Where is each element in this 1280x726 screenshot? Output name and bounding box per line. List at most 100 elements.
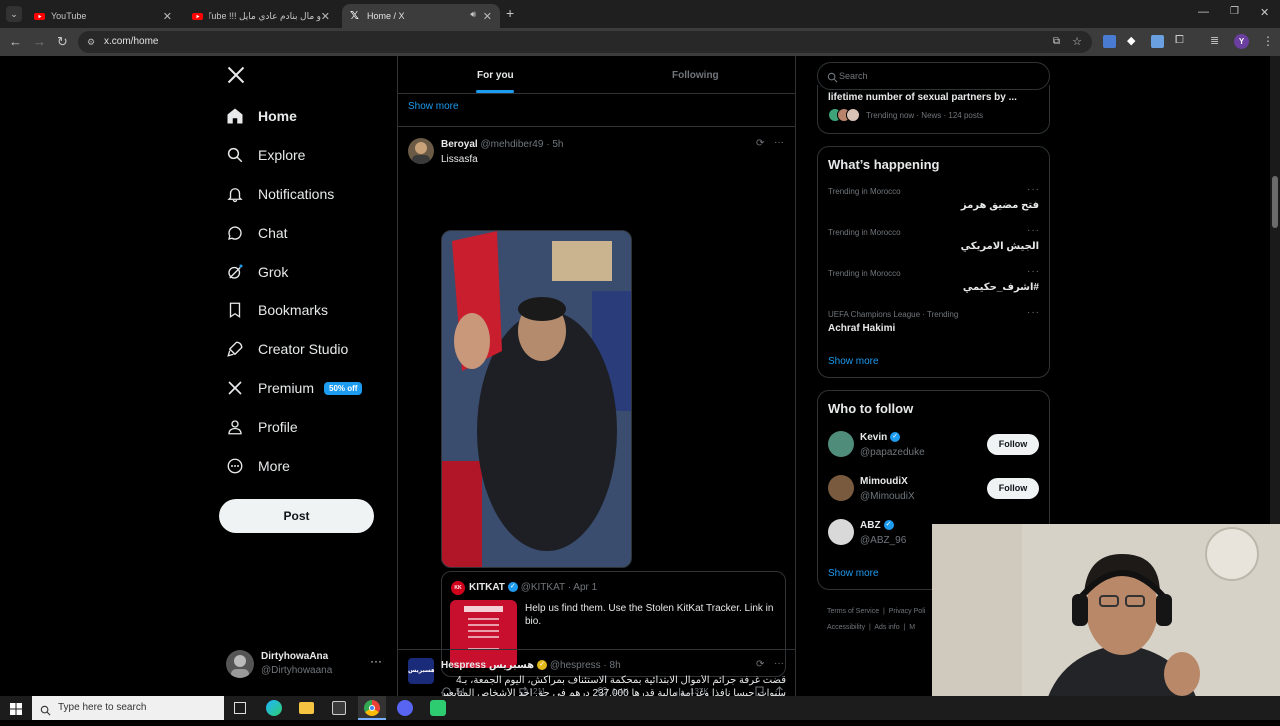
puzzle-icon[interactable]: ⧠ bbox=[1175, 34, 1188, 47]
nav-item-chat[interactable]: Chat bbox=[226, 220, 288, 246]
trend-meta: Trending in Morocco bbox=[828, 269, 901, 278]
tab-for-you[interactable]: For you bbox=[398, 56, 597, 94]
nav-item-bookmarks[interactable]: Bookmarks bbox=[226, 297, 328, 323]
browser-tab-youtube[interactable]: YouTube ✕ bbox=[26, 4, 180, 28]
reload-icon[interactable]: ↻ bbox=[57, 34, 68, 50]
author-name[interactable]: Hespress هسبريس bbox=[441, 660, 534, 671]
nav-item-premium[interactable]: Premium 50% off bbox=[226, 375, 363, 401]
discord-icon[interactable] bbox=[397, 700, 413, 716]
window-close-button[interactable]: ✕ bbox=[1260, 6, 1269, 19]
top-trend-card[interactable]: lifetime number of sexual partners by ..… bbox=[817, 85, 1050, 134]
grok-icon[interactable]: ⟳ bbox=[756, 659, 764, 670]
post-button[interactable]: Post bbox=[219, 499, 374, 533]
tab-list-button[interactable]: ⌄ bbox=[6, 6, 22, 22]
show-more-link[interactable]: Show more bbox=[828, 568, 879, 579]
tweet-time[interactable]: 5h bbox=[552, 139, 563, 150]
trend-title: الجيش الامريكي bbox=[960, 241, 1039, 252]
restore-button[interactable]: ❐ bbox=[1230, 6, 1239, 17]
store-icon[interactable] bbox=[332, 701, 346, 715]
minimize-button[interactable]: — bbox=[1198, 6, 1209, 18]
quote-header: KITKAT ✓ @KITKAT · Apr 1 bbox=[469, 582, 598, 593]
browser-tab-x-home[interactable]: 𝕏 Home / X 🔊︎ ✕ bbox=[342, 4, 500, 28]
close-icon[interactable]: ✕ bbox=[483, 10, 492, 23]
footer-link[interactable]: Ads info bbox=[874, 624, 899, 631]
author-handle[interactable]: @mehdiber49 bbox=[480, 139, 543, 150]
more-icon[interactable]: ··· bbox=[1027, 266, 1040, 277]
avatar[interactable] bbox=[828, 475, 854, 501]
tweet-media-video[interactable] bbox=[441, 230, 632, 568]
chrome-icon[interactable] bbox=[358, 696, 386, 720]
taskbar-search-input[interactable]: Type here to search bbox=[32, 696, 224, 720]
grok-icon[interactable]: ⟳ bbox=[756, 138, 764, 149]
translate-extension-icon[interactable] bbox=[1103, 35, 1116, 48]
task-view-icon[interactable] bbox=[234, 702, 246, 714]
tab-label: For you bbox=[477, 70, 514, 81]
extension-icon[interactable] bbox=[1151, 35, 1164, 48]
tweet[interactable]: هسبريس Hespress هسبريس ✓ @hespress · 8h ⟳… bbox=[398, 650, 796, 696]
menu-kebab-icon[interactable]: ⋮ bbox=[1262, 34, 1274, 48]
tweet-date: Apr 1 bbox=[573, 582, 598, 593]
address-bar[interactable]: ⚙︎ x.com/home ⧉ ☆ bbox=[78, 31, 1092, 53]
site-info-icon[interactable]: ⚙︎ bbox=[87, 31, 95, 53]
more-icon[interactable]: ··· bbox=[1027, 225, 1040, 236]
tab-label: Following bbox=[672, 70, 719, 81]
close-icon[interactable]: ✕ bbox=[321, 10, 330, 23]
nav-item-home[interactable]: Home bbox=[226, 103, 297, 129]
trend-item[interactable]: Trending in Morocco ··· #اشرف_حكيمي bbox=[818, 266, 1049, 307]
install-app-icon[interactable]: ⧉ bbox=[1053, 31, 1060, 53]
close-icon[interactable]: ✕ bbox=[163, 10, 172, 23]
app-icon[interactable] bbox=[430, 700, 446, 716]
nav-item-label: Bookmarks bbox=[258, 302, 329, 318]
show-more-link[interactable]: Show more bbox=[828, 356, 879, 367]
new-tab-button[interactable]: + bbox=[506, 5, 514, 21]
quote-text: Help us find them. Use the Stolen KitKat… bbox=[525, 603, 774, 627]
more-icon[interactable]: ··· bbox=[1027, 307, 1040, 318]
footer-link[interactable]: M bbox=[909, 624, 915, 631]
nav-item-notifications[interactable]: Notifications bbox=[226, 181, 334, 207]
account-switcher[interactable]: DirtyhowaAna @Dirtyhowaana ··· bbox=[226, 648, 386, 680]
avatar[interactable] bbox=[828, 431, 854, 457]
scrollbar-thumb[interactable] bbox=[1272, 176, 1278, 228]
avatar[interactable]: هسبريس bbox=[408, 658, 434, 684]
nav-item-grok[interactable]: Grok bbox=[226, 259, 288, 285]
show-more-link[interactable]: Show more bbox=[408, 101, 459, 112]
trend-item[interactable]: UEFA Champions League · Trending ··· Achra… bbox=[818, 307, 1049, 348]
footer-link[interactable]: Privacy Poli bbox=[889, 608, 926, 615]
trend-item[interactable]: Trending in Morocco ··· الجيش الامريكي bbox=[818, 225, 1049, 266]
avatar[interactable] bbox=[828, 519, 854, 545]
speaker-icon[interactable]: 🔊︎ bbox=[470, 9, 476, 20]
file-explorer-icon[interactable] bbox=[299, 702, 314, 714]
trend-title: فتح مضيق هرمز bbox=[960, 200, 1039, 211]
nav-item-more[interactable]: More bbox=[226, 453, 290, 479]
more-icon[interactable]: ··· bbox=[774, 658, 784, 669]
more-icon[interactable]: ··· bbox=[1027, 184, 1040, 195]
nav-item-explore[interactable]: Explore bbox=[226, 142, 305, 168]
x-logo-icon[interactable] bbox=[226, 65, 246, 87]
trend-item[interactable]: Trending in Morocco ··· فتح مضيق هرمز bbox=[818, 184, 1049, 225]
back-arrow-icon[interactable]: ← bbox=[9, 34, 22, 49]
chat-icon bbox=[226, 224, 244, 242]
edge-icon[interactable] bbox=[266, 700, 282, 716]
browser-tab-youtube-video[interactable]: و مال بنادم عادي مايل !!! YouTube ✕ bbox=[184, 4, 338, 28]
author-name: KITKAT bbox=[469, 582, 505, 593]
forward-arrow-icon[interactable]: → bbox=[33, 34, 46, 49]
tab-following[interactable]: Following bbox=[597, 56, 796, 94]
nav-item-profile[interactable]: Profile bbox=[226, 414, 298, 440]
more-icon[interactable]: ··· bbox=[774, 137, 784, 148]
footer-link[interactable]: Accessibility bbox=[827, 624, 865, 631]
tweet-time[interactable]: 8h bbox=[610, 660, 621, 671]
follow-button[interactable]: Follow bbox=[987, 434, 1039, 455]
tweet[interactable]: Beroyal @mehdiber49 · 5h ⟳ ··· Lissasfa bbox=[398, 127, 796, 699]
author-handle[interactable]: @hespress bbox=[550, 660, 601, 671]
nav-item-creator-studio[interactable]: Creator Studio bbox=[226, 336, 348, 362]
avatar[interactable] bbox=[408, 138, 434, 164]
author-name[interactable]: Beroyal bbox=[441, 139, 478, 150]
profile-avatar[interactable]: Y bbox=[1234, 34, 1249, 49]
follow-button[interactable]: Follow bbox=[987, 478, 1039, 499]
star-icon[interactable]: ☆ bbox=[1072, 31, 1082, 53]
extension-icon[interactable]: ◆ bbox=[1127, 34, 1140, 47]
footer-link[interactable]: Terms of Service bbox=[827, 608, 879, 615]
reading-list-icon[interactable]: ≣ bbox=[1210, 34, 1223, 47]
trend-meta: Trending in Morocco bbox=[828, 228, 901, 237]
windows-start-icon[interactable] bbox=[10, 702, 22, 720]
